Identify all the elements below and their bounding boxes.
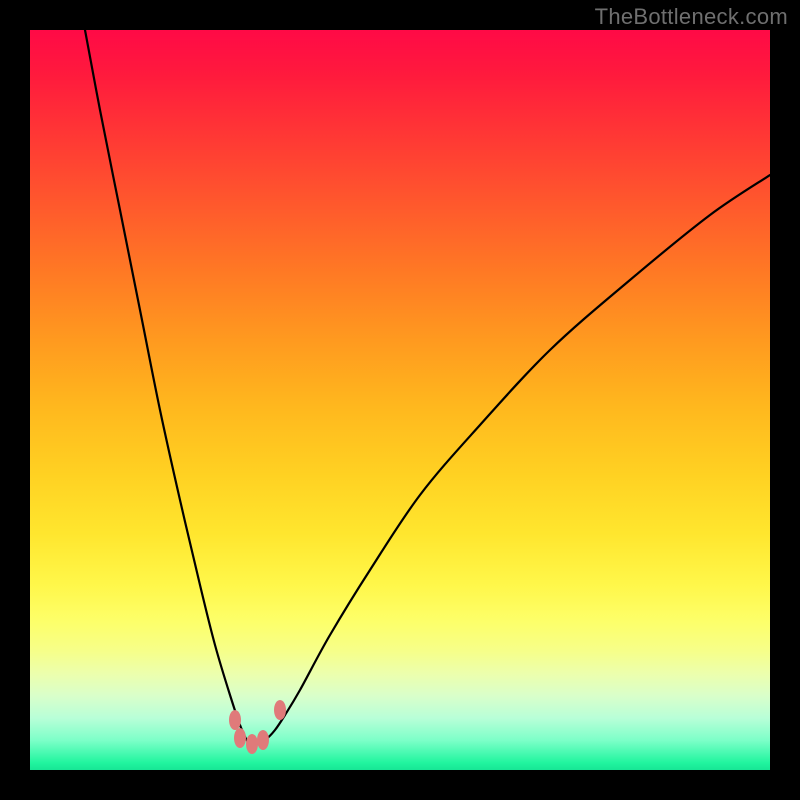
chart-frame: TheBottleneck.com bbox=[0, 0, 800, 800]
trough-marker-mid-1 bbox=[234, 728, 246, 748]
trough-marker-left bbox=[229, 710, 241, 730]
curve-layer bbox=[30, 30, 770, 770]
trough-marker-mid-3 bbox=[257, 730, 269, 750]
bottleneck-curve bbox=[85, 30, 770, 744]
watermark-text: TheBottleneck.com bbox=[595, 4, 788, 30]
trough-marker-mid-2 bbox=[246, 734, 258, 754]
plot-area bbox=[30, 30, 770, 770]
trough-marker-right bbox=[274, 700, 286, 720]
